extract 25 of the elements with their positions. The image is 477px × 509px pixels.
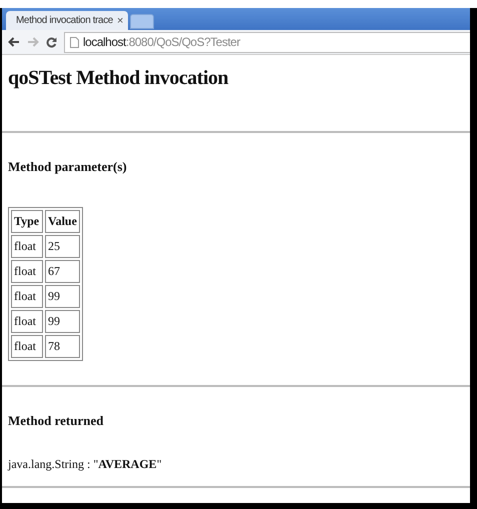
table-cell: float — [11, 235, 43, 258]
table-cell: float — [11, 260, 43, 283]
url-host: localhost — [83, 35, 126, 49]
address-field[interactable]: localhost:8080/QoS/QoS?Tester — [64, 32, 470, 52]
tab-title: Method invocation trace — [16, 15, 113, 26]
back-icon[interactable] — [8, 37, 20, 47]
table-cell: 25 — [45, 235, 80, 258]
table-cell: float — [11, 335, 43, 358]
table-cell: 99 — [45, 285, 80, 308]
table-cell: 67 — [45, 260, 80, 283]
page-icon — [70, 36, 79, 48]
section-heading: Method returned — [8, 413, 104, 429]
reload-icon[interactable] — [46, 36, 57, 48]
table-cell: 99 — [45, 310, 80, 333]
table-cell: 78 — [45, 335, 80, 358]
table-cell: float — [11, 310, 43, 333]
url-path: :8080/QoS/QoS?Tester — [126, 35, 240, 49]
section-heading: Method parameter(s) — [8, 159, 128, 175]
return-value: java.lang.String : "AVERAGE" — [8, 457, 163, 472]
table-cell: float — [11, 285, 43, 308]
browser-tab[interactable]: Method invocation trace × — [6, 11, 128, 30]
page-title: qoSTest Method invocation — [8, 67, 230, 90]
column-header: Type — [11, 210, 43, 233]
close-tab-button[interactable]: × — [116, 14, 124, 26]
column-header: Value — [45, 210, 80, 233]
